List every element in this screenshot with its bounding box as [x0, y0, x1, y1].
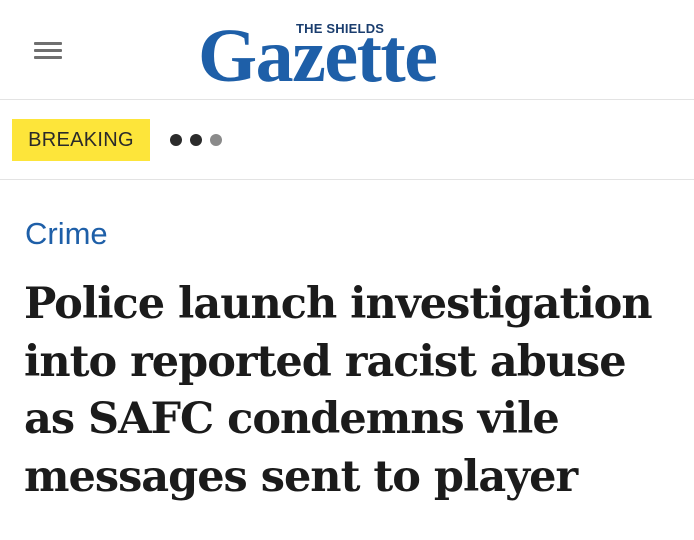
site-header: THE SHIELDS Gazette	[0, 0, 694, 100]
breaking-badge[interactable]: BREAKING	[12, 119, 150, 161]
breaking-news-bar: BREAKING	[0, 100, 694, 180]
section-link-crime[interactable]: Crime	[25, 216, 108, 252]
more-dots-icon[interactable]	[170, 134, 222, 146]
dot	[190, 134, 202, 146]
site-logo[interactable]: THE SHIELDS Gazette	[196, 12, 496, 98]
dot	[210, 134, 222, 146]
article-headline: Police launch investigation into reporte…	[24, 279, 653, 502]
logo-wordmark: Gazette	[198, 14, 438, 98]
page: THE SHIELDS Gazette BREAKING Crime Polic…	[0, 0, 694, 540]
dot	[170, 134, 182, 146]
menu-button[interactable]	[30, 38, 66, 64]
